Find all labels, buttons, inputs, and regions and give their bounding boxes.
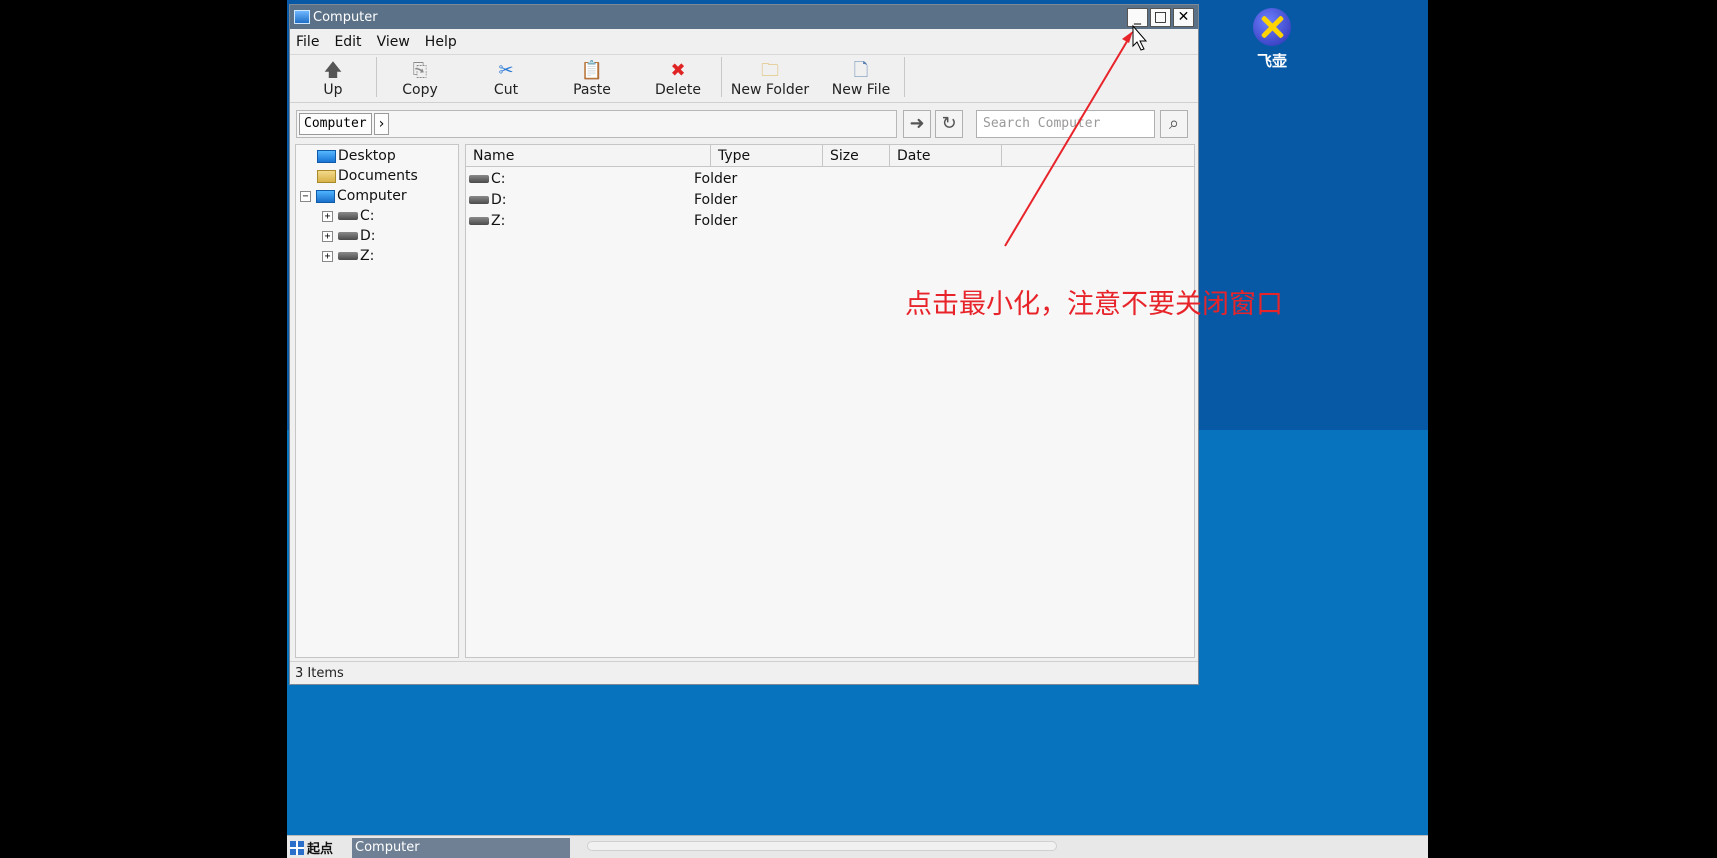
column-type[interactable]: Type [711, 145, 823, 166]
status-bar: 3 Items [290, 661, 1198, 684]
close-button[interactable]: ✕ [1173, 8, 1194, 27]
tree-item-label: Computer [337, 188, 407, 204]
title-bar[interactable]: Computer _ □ ✕ [290, 5, 1198, 29]
tree-item-label: Documents [338, 168, 418, 184]
menu-file[interactable]: File [296, 34, 319, 50]
file-manager-window: Computer _ □ ✕ File Edit View Help 🡅 Up … [289, 4, 1199, 685]
feihu-app-icon [1253, 8, 1291, 46]
file-row[interactable]: Z: Folder [466, 211, 1194, 232]
expand-icon[interactable]: + [322, 250, 333, 262]
new-folder-icon: 🗀 [761, 60, 779, 81]
desktop: 飞壶 Computer _ □ ✕ File Edit View Help 🡅 … [287, 0, 1428, 858]
start-label: 起点 [307, 842, 334, 857]
menu-view[interactable]: View [377, 34, 410, 50]
copy-label: Copy [402, 82, 438, 98]
desktop-shortcut-label: 飞壶 [1256, 52, 1287, 70]
tree-item-computer[interactable]: − Computer [300, 187, 407, 205]
drive-icon [469, 175, 489, 183]
column-name[interactable]: Name [466, 145, 711, 166]
file-type: Folder [694, 192, 738, 208]
breadcrumb-computer[interactable]: Computer [299, 113, 372, 135]
drive-icon [469, 217, 489, 225]
desktop-icon [317, 149, 336, 163]
computer-app-icon [294, 10, 310, 24]
new-folder-label: New Folder [730, 82, 810, 98]
search-icon[interactable]: ⌕ [1160, 110, 1188, 138]
computer-icon [316, 189, 335, 203]
file-row[interactable]: C: Folder [466, 169, 1194, 190]
menu-edit[interactable]: Edit [334, 34, 361, 50]
tree-item-label: D: [360, 228, 376, 244]
new-folder-button[interactable]: 🗀 New Folder [722, 60, 818, 98]
address-row: Computer › ➜ ↻ Search Computer ⌕ [290, 103, 1198, 141]
toolbar: 🡅 Up ⎘ Copy ✂ Cut 📋 Paste ✖ Delete 🗀 New… [290, 55, 1198, 103]
desktop-shortcut[interactable]: 飞壶 [1232, 8, 1312, 71]
up-label: Up [323, 82, 343, 98]
menu-bar: File Edit View Help [290, 29, 1198, 55]
expand-icon[interactable]: + [322, 210, 333, 222]
copy-icon: ⎘ [412, 60, 428, 81]
paste-button[interactable]: 📋 Paste [549, 60, 635, 98]
file-list: Name Type Size Date C: Folder D: Folder … [465, 144, 1195, 658]
tree-item-label: Desktop [338, 148, 396, 164]
drive-icon [338, 252, 358, 260]
menu-help[interactable]: Help [425, 34, 457, 50]
tree-item-documents[interactable]: Documents [317, 167, 418, 185]
taskbar-item-computer[interactable]: Computer [352, 838, 570, 858]
file-row[interactable]: D: Folder [466, 190, 1194, 211]
file-name: Z: [491, 213, 506, 229]
taskbar: 起点 Computer [287, 835, 1428, 858]
refresh-icon[interactable]: ↻ [935, 110, 963, 138]
copy-button[interactable]: ⎘ Copy [377, 60, 463, 98]
scissors-icon: ✂ [498, 60, 514, 81]
start-button[interactable]: 起点 [290, 838, 342, 857]
up-button[interactable]: 🡅 Up [290, 60, 376, 98]
go-arrow-icon[interactable]: ➜ [903, 110, 931, 138]
cut-label: Cut [493, 82, 519, 98]
tree-item-label: Z: [360, 248, 375, 264]
delete-button[interactable]: ✖ Delete [635, 60, 721, 98]
minimize-button[interactable]: _ [1127, 8, 1148, 27]
tree-item-label: C: [360, 208, 375, 224]
tree-item-desktop[interactable]: Desktop [317, 147, 396, 165]
address-bar[interactable]: Computer › [296, 110, 897, 138]
new-file-icon: 🗋 [853, 60, 869, 81]
new-file-button[interactable]: 🗋 New File [818, 60, 904, 98]
up-arrow-icon: 🡅 [323, 60, 343, 81]
drive-icon [338, 212, 358, 220]
column-size[interactable]: Size [823, 145, 890, 166]
collapse-icon[interactable]: − [300, 190, 311, 202]
file-type: Folder [694, 171, 738, 187]
window-title: Computer [313, 9, 378, 25]
start-menu-icon [290, 840, 304, 855]
taskbar-scroll-track [587, 841, 1057, 851]
paste-icon: 📋 [580, 60, 604, 81]
delete-label: Delete [655, 82, 701, 98]
chevron-right-icon[interactable]: › [374, 113, 389, 135]
paste-label: Paste [573, 82, 611, 98]
column-header: Name Type Size Date [466, 145, 1194, 167]
tree-item-c-drive[interactable]: + C: [322, 207, 375, 225]
file-name: D: [491, 192, 507, 208]
file-name: C: [491, 171, 506, 187]
folder-tree: Desktop Documents − Computer + C: + D: +… [295, 144, 459, 658]
toolbar-separator [904, 56, 905, 97]
documents-icon [317, 169, 336, 183]
new-file-label: New File [831, 82, 891, 98]
cut-button[interactable]: ✂ Cut [463, 60, 549, 98]
drive-icon [338, 232, 358, 240]
annotation-text: 点击最小化，注意不要关闭窗口 [905, 289, 1283, 320]
column-date[interactable]: Date [890, 145, 1002, 166]
maximize-button[interactable]: □ [1150, 8, 1171, 27]
search-input[interactable]: Search Computer [976, 110, 1155, 138]
expand-icon[interactable]: + [322, 230, 333, 242]
tree-item-z-drive[interactable]: + Z: [322, 247, 374, 265]
delete-icon: ✖ [670, 60, 686, 81]
file-type: Folder [694, 213, 738, 229]
drive-icon [469, 196, 489, 204]
tree-item-d-drive[interactable]: + D: [322, 227, 376, 245]
